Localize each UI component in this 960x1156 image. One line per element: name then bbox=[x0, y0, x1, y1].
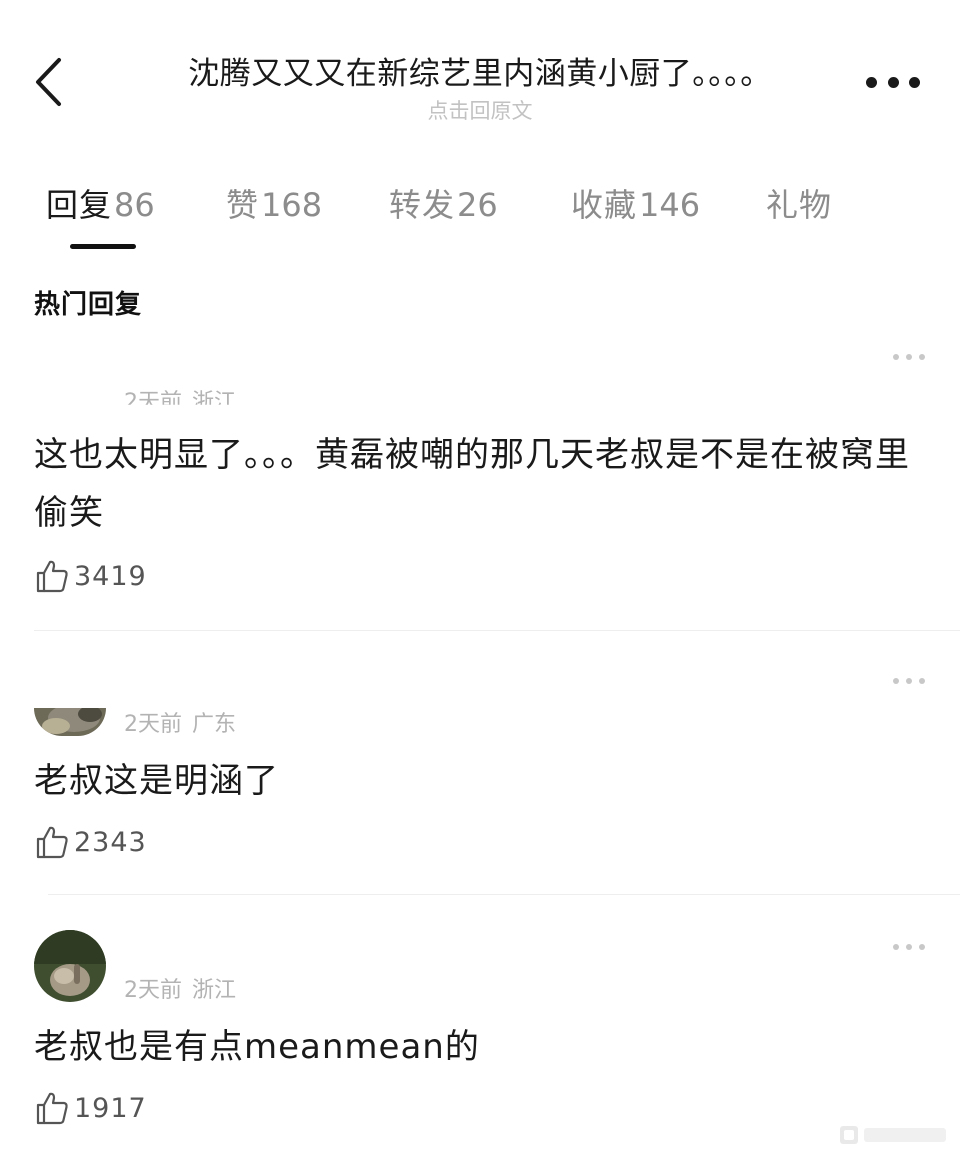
back-to-original-link[interactable]: 点击回原文 bbox=[120, 95, 840, 125]
avatar-image bbox=[34, 930, 106, 1002]
comment-more-button[interactable] bbox=[893, 942, 925, 952]
like-button[interactable]: 1917 bbox=[34, 1090, 147, 1126]
tab-count: 86 bbox=[114, 186, 155, 224]
avatar[interactable] bbox=[34, 708, 106, 736]
comment-text: 这也太明显了。。。黄磊被嘲的那几天老叔是不是在被窝里偷笑 bbox=[34, 435, 910, 533]
divider bbox=[48, 894, 960, 895]
more-dot bbox=[893, 354, 899, 360]
comment-location: 广东 bbox=[192, 712, 237, 737]
more-dot bbox=[906, 354, 912, 360]
active-tab-indicator bbox=[70, 244, 136, 249]
more-dot bbox=[893, 678, 899, 684]
thumbs-up-icon bbox=[36, 560, 68, 593]
thumbs-up-icon bbox=[36, 1092, 68, 1125]
more-dot bbox=[866, 76, 877, 88]
tab-reposts[interactable]: 转发26 bbox=[389, 180, 498, 226]
divider bbox=[34, 630, 960, 631]
tab-label: 礼物 bbox=[766, 186, 833, 224]
avatar[interactable] bbox=[34, 360, 106, 410]
tab-count: 168 bbox=[261, 186, 323, 224]
comment-text: 老叔这是明涵了 bbox=[34, 761, 279, 801]
comment-page: 沈腾又又又在新综艺里内涵黄小厨了。。。。 点击回原文 回复86 赞168 转发2… bbox=[0, 0, 960, 1156]
more-dot bbox=[919, 678, 925, 684]
back-button[interactable] bbox=[32, 56, 68, 108]
more-dot bbox=[887, 76, 899, 88]
tab-favorites[interactable]: 收藏146 bbox=[571, 180, 700, 226]
tab-gifts[interactable]: 礼物 bbox=[766, 180, 832, 226]
comment-time: 2天前 bbox=[124, 978, 182, 1003]
tab-label: 收藏 bbox=[571, 186, 638, 224]
like-button[interactable]: 2343 bbox=[34, 824, 147, 860]
more-dot bbox=[906, 678, 912, 684]
chevron-left-icon bbox=[36, 58, 61, 106]
avatar-image bbox=[34, 708, 106, 736]
section-title-hot-replies: 热门回复 bbox=[34, 290, 143, 320]
comment-meta: 2天前 广东 bbox=[124, 706, 236, 738]
tab-replies[interactable]: 回复86 bbox=[46, 180, 155, 226]
tab-count: 26 bbox=[457, 186, 498, 224]
comment-location: 浙江 bbox=[192, 390, 237, 415]
more-dot bbox=[893, 944, 899, 950]
more-options-button[interactable] bbox=[866, 70, 920, 94]
tab-label: 赞 bbox=[226, 186, 260, 224]
tab-label: 转发 bbox=[389, 186, 456, 224]
avatar-image bbox=[34, 360, 106, 410]
like-count: 2343 bbox=[74, 826, 147, 858]
tab-count: 146 bbox=[639, 186, 701, 224]
thumbs-up-icon bbox=[36, 826, 68, 859]
comment-time: 2天前 bbox=[124, 390, 182, 415]
like-button[interactable]: 3419 bbox=[34, 558, 147, 594]
avatar[interactable] bbox=[34, 930, 106, 1002]
comment-more-button[interactable] bbox=[893, 676, 925, 686]
comment-time: 2天前 bbox=[124, 712, 182, 737]
more-dot bbox=[919, 354, 925, 360]
like-count: 1917 bbox=[74, 1092, 147, 1124]
tab-label: 回复 bbox=[46, 186, 113, 224]
tab-bar: 回复86 赞168 转发26 收藏146 礼物 bbox=[0, 180, 960, 260]
comment-meta: 2天前 浙江 bbox=[124, 972, 236, 1004]
comment-text: 老叔也是有点meanmean的 bbox=[34, 1027, 480, 1067]
comment-location: 浙江 bbox=[192, 978, 237, 1003]
header-title-area: 沈腾又又又在新综艺里内涵黄小厨了。。。。 点击回原文 bbox=[120, 48, 840, 125]
more-dot bbox=[909, 76, 920, 88]
comment-more-button[interactable] bbox=[893, 352, 925, 362]
more-dot bbox=[906, 944, 912, 950]
page-title: 沈腾又又又在新综艺里内涵黄小厨了。。。。 bbox=[188, 56, 772, 92]
watermark-logo bbox=[840, 1126, 946, 1144]
more-dot bbox=[919, 944, 925, 950]
comment-meta: 2天前 浙江 bbox=[124, 384, 237, 415]
like-count: 3419 bbox=[74, 560, 147, 592]
tab-likes[interactable]: 赞168 bbox=[226, 180, 322, 226]
